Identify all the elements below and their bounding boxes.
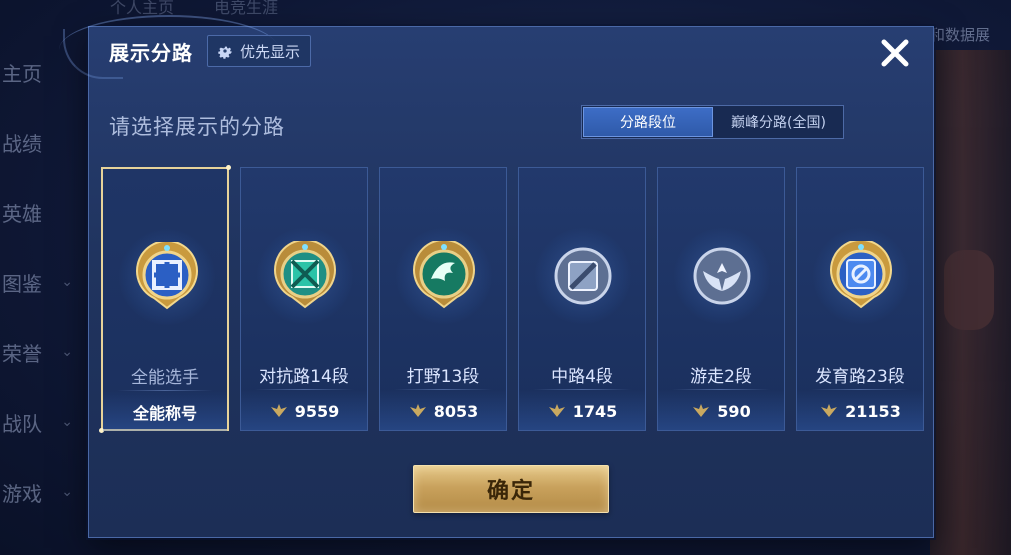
lane-score: 21153	[797, 390, 923, 430]
lane-card-jungle[interactable]: 打野13段 8053	[379, 167, 507, 431]
wing-icon	[548, 404, 565, 417]
lane-score-value: 1745	[572, 401, 618, 421]
lane-score-value: 9559	[294, 401, 340, 421]
farm-lane-emblem-icon	[830, 241, 892, 309]
sidebar-item-games: 游戏 ⌄	[2, 481, 73, 506]
close-button[interactable]	[875, 33, 915, 73]
lane-name: 中路4段	[551, 367, 613, 387]
lane-card-farm[interactable]: 发育路23段 21153	[796, 167, 924, 431]
wing-icon	[821, 404, 838, 417]
lane-card-all-round[interactable]: 全能选手 全能称号	[99, 165, 231, 433]
background-hero-image	[930, 50, 1011, 555]
lane-name: 对抗路14段	[259, 367, 349, 387]
dialog-title: 展示分路	[109, 41, 193, 65]
roam-emblem-icon	[693, 247, 751, 305]
clash-lane-emblem-icon	[274, 241, 336, 309]
lane-card-clash[interactable]: 对抗路14段 9559	[240, 167, 368, 431]
sidebar-item-team: 战队 ⌄	[2, 411, 73, 436]
mid-lane-emblem-icon	[554, 247, 612, 305]
lane-score-value: 21153	[845, 401, 901, 421]
priority-display-button[interactable]: 优先显示	[207, 35, 312, 67]
gear-icon	[218, 46, 233, 59]
wing-icon	[270, 404, 287, 417]
lane-score-value: 590	[717, 401, 751, 421]
lane-score: 9559	[241, 390, 367, 430]
sidebar-item-heroes: 英雄	[2, 201, 42, 226]
jungle-emblem-icon	[413, 241, 475, 309]
lane-card-roam[interactable]: 游走2段 590	[657, 167, 785, 431]
tab-lane-rank[interactable]: 分路段位	[583, 107, 713, 137]
lane-card-mid[interactable]: 中路4段 1745	[518, 167, 646, 431]
wing-icon	[693, 404, 710, 417]
close-icon	[881, 39, 909, 67]
corner-dot	[226, 165, 231, 170]
dialog-subtitle: 请选择展示的分路	[109, 115, 285, 139]
lane-card-list: 全能选手 全能称号 对抗路14段 9559 打野13段 8053 中路4段 17…	[99, 165, 925, 433]
lane-score: 全能称号	[103, 391, 227, 431]
sidebar-item-honor: 荣誉 ⌄	[2, 341, 73, 366]
sidebar-item-record: 战绩	[2, 131, 42, 156]
priority-button-label: 优先显示	[240, 42, 301, 61]
lane-name: 发育路23段	[815, 367, 905, 387]
chevron-down-icon: ⌄	[61, 344, 73, 360]
sidebar-item-collection: 图鉴 ⌄	[2, 271, 73, 296]
all-round-emblem-icon	[136, 242, 198, 310]
lane-name: 全能选手	[131, 368, 199, 388]
rank-type-toggle: 分路段位 巅峰分路(全国)	[581, 105, 844, 139]
lane-name: 游走2段	[690, 367, 752, 387]
background-tab: 电竞生涯	[214, 0, 279, 17]
confirm-button[interactable]: 确定	[413, 465, 609, 513]
lane-score-value: 全能称号	[132, 404, 197, 423]
lane-score-value: 8053	[433, 401, 479, 421]
lane-name: 打野13段	[406, 367, 480, 387]
lane-score: 8053	[380, 390, 506, 430]
wing-icon	[409, 404, 426, 417]
tab-peak-lane[interactable]: 巅峰分路(全国)	[714, 106, 843, 138]
chevron-down-icon: ⌄	[61, 484, 73, 500]
lane-score: 1745	[519, 390, 645, 430]
chevron-down-icon: ⌄	[61, 414, 73, 430]
lane-score: 590	[658, 390, 784, 430]
chevron-down-icon: ⌄	[61, 274, 73, 290]
lane-display-dialog: 展示分路 优先显示 请选择展示的分路 分路段位 巅峰分路(全国) 全能选手 全能…	[59, 15, 934, 538]
background-right-text: 和数据展	[930, 26, 991, 44]
